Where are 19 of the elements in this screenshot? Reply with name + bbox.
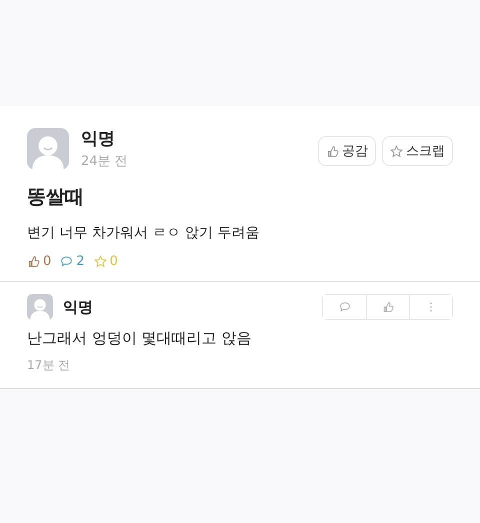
author-name: 익명 xyxy=(81,128,116,150)
comment-text: 난그래서 엉덩이 몇대때리고 앉음 xyxy=(27,329,252,348)
more-button[interactable] xyxy=(409,295,452,319)
post-title: 똥쌀때 xyxy=(27,185,85,210)
scrap-button[interactable]: 스크랩 xyxy=(382,136,453,166)
thumbs-up-icon xyxy=(326,144,339,158)
thumbs-up-icon xyxy=(382,301,394,313)
post-body: 변기 너무 차가워서 ㄹㅇ 앉기 두려움 xyxy=(27,224,260,242)
avatar-icon xyxy=(27,294,53,320)
scrap-count: 0 xyxy=(110,254,118,269)
avatar-icon xyxy=(27,128,69,170)
author-name: 익명 xyxy=(63,298,93,316)
star-icon xyxy=(390,144,403,158)
comment-count: 2 xyxy=(76,254,85,269)
speech-bubble-icon xyxy=(338,301,350,313)
comment-time: 17분 전 xyxy=(27,357,72,374)
like-button[interactable]: 공감 xyxy=(318,136,376,166)
like-count: 0 xyxy=(43,254,52,269)
post-time: 24분 전 xyxy=(81,153,128,170)
